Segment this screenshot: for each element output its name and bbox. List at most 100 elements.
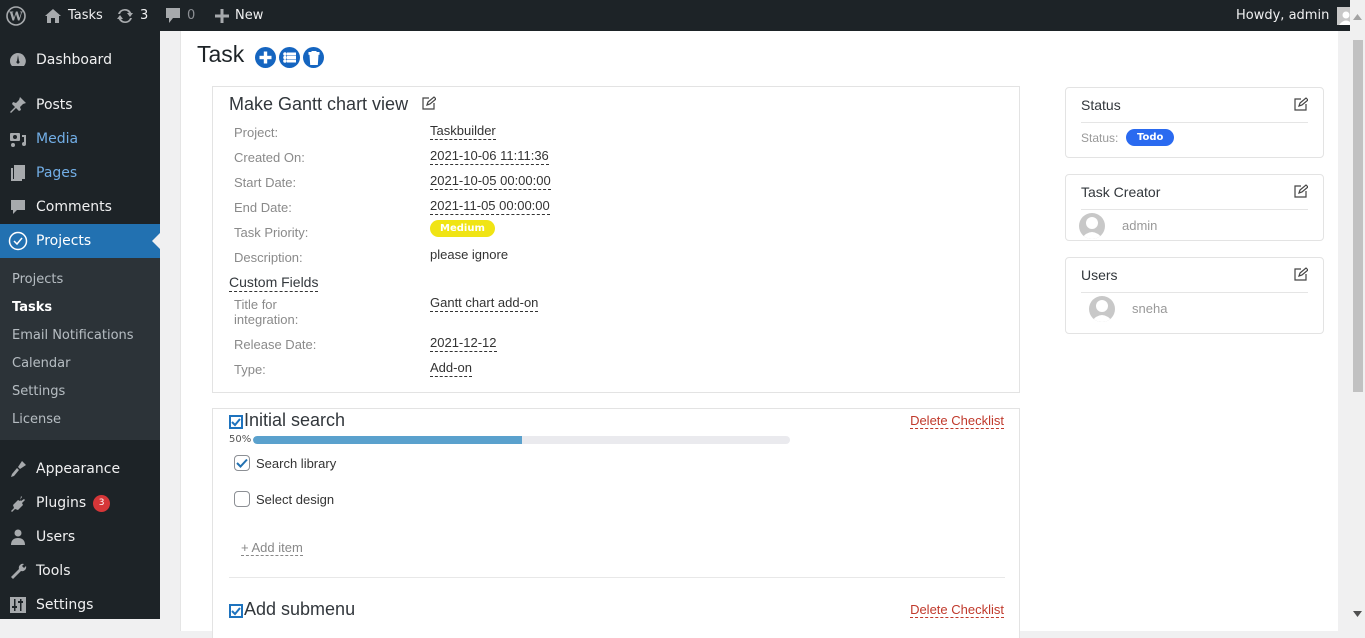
submenu-item-tasks[interactable]: Tasks [12,300,52,315]
checkmark-icon [236,458,248,468]
check-circle-icon [0,231,36,251]
sidebar-item-tools[interactable]: Tools [0,554,160,588]
sidebar-item-appearance[interactable]: Appearance [0,452,160,486]
updates-link[interactable]: 3 [116,0,148,31]
sidebar-item-projects[interactable]: Projects [0,224,160,258]
brush-icon [0,459,36,479]
sidebar-item-users[interactable]: Users [0,520,160,554]
task-creator-title: Task Creator [1081,184,1161,200]
sidebar-item-label: Plugins [36,495,87,511]
field-label-created-on: Created On: [234,150,305,165]
main-content: Task Make Gantt chart view Project: Task… [160,31,1350,638]
sidebar-item-comments[interactable]: Comments [0,190,160,224]
checklist-item[interactable]: Search library [234,455,336,471]
comment-icon [166,8,180,23]
edit-task-creator-button[interactable] [1294,183,1309,201]
checklist-item-label: Search library [256,455,337,471]
plugins-update-badge: 3 [93,494,111,512]
sidebar-item-dashboard[interactable]: Dashboard [0,43,160,77]
delete-checklist-button[interactable]: Delete Checklist [910,413,1004,429]
new-content-link[interactable]: New [215,0,263,31]
task-list-button[interactable] [279,47,301,68]
site-name: Tasks [68,8,103,23]
updates-icon [117,8,133,23]
checklist-check-icon [229,604,243,618]
status-badge[interactable]: Todo [1126,129,1175,146]
sidebar-item-pages[interactable]: Pages [0,156,160,190]
submenu-item-email-notifications[interactable]: Email Notifications [12,328,134,343]
edit-status-button[interactable] [1294,96,1309,114]
submenu-item-projects[interactable]: Projects [12,272,63,287]
wordpress-icon: W [6,5,26,26]
task-creator-header: Task Creator [1081,175,1309,210]
delete-task-button[interactable] [303,47,325,68]
task-name: Make Gantt chart view [229,94,437,115]
task-details-card: Make Gantt chart view Project: Taskbuild… [212,86,1020,393]
edit-users-button[interactable] [1294,266,1309,284]
checklist-title[interactable]: Initial search [229,410,345,431]
item-checkbox-checked[interactable] [234,455,250,471]
users-card-header: Users [1081,258,1309,293]
priority-badge[interactable]: Medium [430,220,495,237]
project-value[interactable]: Taskbuilder [430,122,496,140]
submenu-item-calendar[interactable]: Calendar [12,356,70,371]
pin-icon [0,95,36,115]
users-card-title: Users [1081,267,1118,283]
checklist-item[interactable]: Select design [234,491,334,507]
submenu-item-license[interactable]: License [12,412,61,427]
field-label-priority: Task Priority: [234,225,309,240]
scroll-down-icon[interactable] [1353,611,1362,617]
wordpress-logo-button[interactable]: W [6,0,26,31]
page-title: Task [197,41,325,68]
checklist-progress-label: 50% [229,434,252,445]
add-item-button[interactable]: + Add item [241,540,303,556]
field-label-end-date: End Date: [234,200,292,215]
field-label-type: Type: [234,362,266,377]
checklist-title-text: Add submenu [244,599,356,619]
sidebar-item-label: Users [36,529,76,545]
description-value[interactable]: please ignore [430,246,508,263]
plugin-icon [0,493,36,513]
comment-icon [0,197,36,217]
page-title-text: Task [197,41,245,67]
delete-checklist-button[interactable]: Delete Checklist [910,602,1004,618]
scroll-up-icon[interactable] [1353,14,1362,20]
item-checkbox-unchecked[interactable] [234,491,250,507]
edit-task-name-button[interactable] [422,94,437,115]
creator-avatar [1079,213,1105,239]
release-date-value[interactable]: 2021-12-12 [430,334,497,352]
sidebar-item-plugins[interactable]: Plugins 3 [0,486,160,520]
page-scrollbar[interactable] [1350,0,1365,619]
type-value[interactable]: Add-on [430,359,472,377]
field-label-release-date: Release Date: [234,337,317,352]
add-icon [259,51,272,64]
my-account-link[interactable]: Howdy, admin [1236,0,1356,31]
sidebar-item-settings[interactable]: Settings [0,588,160,622]
user-icon [0,527,36,547]
edit-icon [1294,96,1309,111]
edit-icon [1294,183,1309,198]
comments-link[interactable]: 0 [165,0,195,31]
greeting: Howdy, admin [1236,8,1330,23]
plus-icon [215,8,229,23]
start-date-value[interactable]: 2021-10-05 00:00:00 [430,172,551,190]
site-name-link[interactable]: Tasks [44,0,103,31]
checklist-title[interactable]: Add submenu [229,599,355,620]
sidebar-item-posts[interactable]: Posts [0,88,160,122]
sidebar-item-label: Appearance [36,461,121,477]
add-task-button[interactable] [255,47,277,68]
sidebar-item-label: Pages [36,165,78,181]
checklist-check-icon [229,415,243,429]
sidebar-item-media[interactable]: Media [0,122,160,156]
status-card-title: Status [1081,97,1121,113]
created-on-value[interactable]: 2021-10-06 11:11:36 [430,147,549,165]
sliders-icon [0,595,36,615]
field-label-start-date: Start Date: [234,175,297,190]
scrollbar-thumb[interactable] [1353,40,1363,392]
custom-fields-title[interactable]: Custom Fields [229,274,319,292]
submenu-item-settings[interactable]: Settings [12,384,65,399]
title-for-integration-value[interactable]: Gantt chart add-on [430,294,539,312]
status-card-header: Status [1081,88,1309,123]
dashboard-icon [0,50,36,70]
end-date-value[interactable]: 2021-11-05 00:00:00 [430,197,550,215]
